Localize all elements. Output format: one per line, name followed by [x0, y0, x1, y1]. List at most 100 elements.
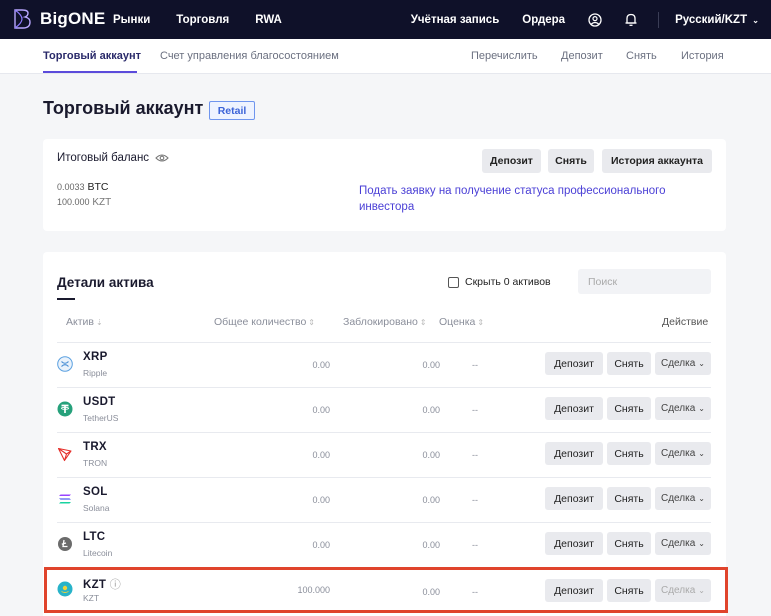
asset-details-title: Детали актива [57, 275, 154, 290]
col-value[interactable]: Оценка ⇕ [439, 316, 484, 328]
row-withdraw-button[interactable]: Снять [607, 532, 651, 555]
withdraw-button[interactable]: Снять [548, 149, 594, 173]
nav-trade[interactable]: Торговля [176, 14, 229, 26]
trade-label: Сделка [661, 358, 696, 369]
table-row: SOL Solana 0.00 0.00 -- Депозит Снять Сд… [57, 477, 711, 522]
language-selector[interactable]: Русский/KZT ⌄ [675, 14, 759, 26]
nav-divider [658, 11, 660, 28]
account-subnav: Торговый аккаунт Счет управления благосо… [0, 39, 771, 74]
pro-investor-link[interactable]: Подать заявку на получение статуса профе… [359, 183, 719, 215]
trade-label: Сделка [661, 448, 696, 459]
title-underline [57, 298, 75, 300]
asset-locked: 0.00 [422, 450, 440, 460]
asset-name: Solana [83, 503, 110, 513]
row-deposit-button[interactable]: Депозит [545, 352, 603, 375]
col-asset[interactable]: Актив ⇣ [66, 316, 103, 328]
asset-locked: 0.00 [422, 405, 440, 415]
search-input[interactable] [578, 269, 711, 294]
row-withdraw-button[interactable]: Снять [607, 487, 651, 510]
col-locked-label: Заблокировано [343, 316, 418, 328]
asset-total: 0.00 [312, 405, 330, 415]
balance-btc-unit: BTC [87, 181, 109, 193]
col-total[interactable]: Общее количество ⇕ [214, 316, 315, 328]
asset-name: Litecoin [83, 548, 113, 558]
asset-total: 0.00 [312, 360, 330, 370]
row-withdraw-button[interactable]: Снять [607, 397, 651, 420]
col-locked[interactable]: Заблокировано ⇕ [343, 316, 427, 328]
sort-icon: ⇕ [308, 318, 315, 327]
row-withdraw-button[interactable]: Снять [607, 352, 651, 375]
row-trade-dropdown[interactable]: Сделка ⌄ [655, 442, 711, 465]
tab-wealth-account[interactable]: Счет управления благосостоянием [160, 50, 339, 62]
chevron-down-icon: ⌄ [698, 404, 705, 413]
user-icon[interactable] [587, 12, 603, 28]
asset-value: -- [472, 405, 478, 415]
trade-label: Сделка [661, 493, 696, 504]
nav-account[interactable]: Учётная запись [411, 14, 500, 26]
sol-icon [59, 494, 71, 504]
account-history-button[interactable]: История аккаунта [602, 149, 712, 173]
highlight-box [44, 567, 728, 613]
xrp-icon [57, 356, 73, 372]
eye-icon[interactable] [155, 153, 169, 163]
subnav-transfer[interactable]: Перечислить [471, 50, 538, 62]
retail-badge: Retail [209, 101, 255, 120]
hide-zero-toggle[interactable]: Скрыть 0 активов [448, 276, 551, 288]
col-action: Действие [662, 316, 709, 328]
nav-orders[interactable]: Ордера [522, 14, 565, 26]
logo-text: BigONE [40, 9, 106, 28]
row-trade-dropdown[interactable]: Сделка ⌄ [655, 397, 711, 420]
trx-icon [57, 447, 72, 462]
sort-icon: ⇕ [419, 318, 427, 327]
usdt-icon [57, 401, 73, 417]
balance-btc-amount: 0.0033 [57, 182, 85, 192]
asset-value: -- [472, 495, 478, 505]
balance-btc: 0.0033 BTC [57, 181, 108, 193]
table-row: USDT TetherUS 0.00 0.00 -- Депозит Снять… [57, 387, 711, 432]
balance-kzt-unit: KZT [92, 197, 112, 208]
row-trade-dropdown[interactable]: Сделка ⌄ [655, 352, 711, 375]
bigone-logo[interactable]: BigONE [10, 7, 105, 31]
language-label: Русский/KZT [675, 13, 748, 26]
page-title: Торговый аккаунт [43, 98, 204, 118]
asset-value: -- [472, 540, 478, 550]
chevron-down-icon: ⌄ [752, 15, 759, 25]
row-deposit-button[interactable]: Депозит [545, 397, 603, 420]
deposit-button[interactable]: Депозит [482, 149, 541, 173]
row-deposit-button[interactable]: Депозит [545, 487, 603, 510]
asset-total: 0.00 [312, 450, 330, 460]
chevron-down-icon: ⌄ [698, 359, 705, 368]
asset-details-card: Детали актива Скрыть 0 активов Актив⇣ Об… [43, 252, 726, 616]
asset-name: Ripple [83, 368, 108, 378]
nav-rwa[interactable]: RWA [255, 14, 282, 26]
asset-symbol: USDT [83, 396, 116, 408]
asset-total: 0.00 [312, 540, 330, 550]
row-deposit-button[interactable]: Депозит [545, 532, 603, 555]
asset-symbol: XRP [83, 351, 108, 363]
trade-label: Сделка [661, 403, 696, 414]
subnav-history[interactable]: История [681, 50, 724, 62]
chevron-down-icon: ⌄ [698, 494, 705, 503]
ltc-icon [58, 537, 72, 551]
chevron-down-icon: ⌄ [698, 449, 705, 458]
balance-kzt-amount: 100.000 [57, 197, 90, 207]
asset-locked: 0.00 [422, 540, 440, 550]
row-withdraw-button[interactable]: Снять [607, 442, 651, 465]
asset-name: TetherUS [83, 413, 119, 423]
table-row: TRX TRON 0.00 0.00 -- Депозит Снять Сдел… [57, 432, 711, 477]
asset-locked: 0.00 [422, 360, 440, 370]
bigone-logo-icon [14, 9, 31, 29]
chevron-down-icon: ⌄ [698, 539, 705, 548]
sort-icon: ⇕ [477, 318, 485, 327]
tab-trading-account[interactable]: Торговый аккаунт [43, 50, 141, 62]
row-trade-dropdown[interactable]: Сделка ⌄ [655, 532, 711, 555]
col-asset-label: Актив [66, 316, 94, 328]
subnav-withdraw[interactable]: Снять [626, 50, 657, 62]
asset-value: -- [472, 450, 478, 460]
hide-zero-checkbox[interactable] [448, 276, 459, 288]
subnav-deposit[interactable]: Депозит [561, 50, 603, 62]
nav-markets[interactable]: Рынки [113, 14, 150, 26]
bell-icon[interactable] [623, 12, 639, 28]
row-deposit-button[interactable]: Депозит [545, 442, 603, 465]
row-trade-dropdown[interactable]: Сделка ⌄ [655, 487, 711, 510]
